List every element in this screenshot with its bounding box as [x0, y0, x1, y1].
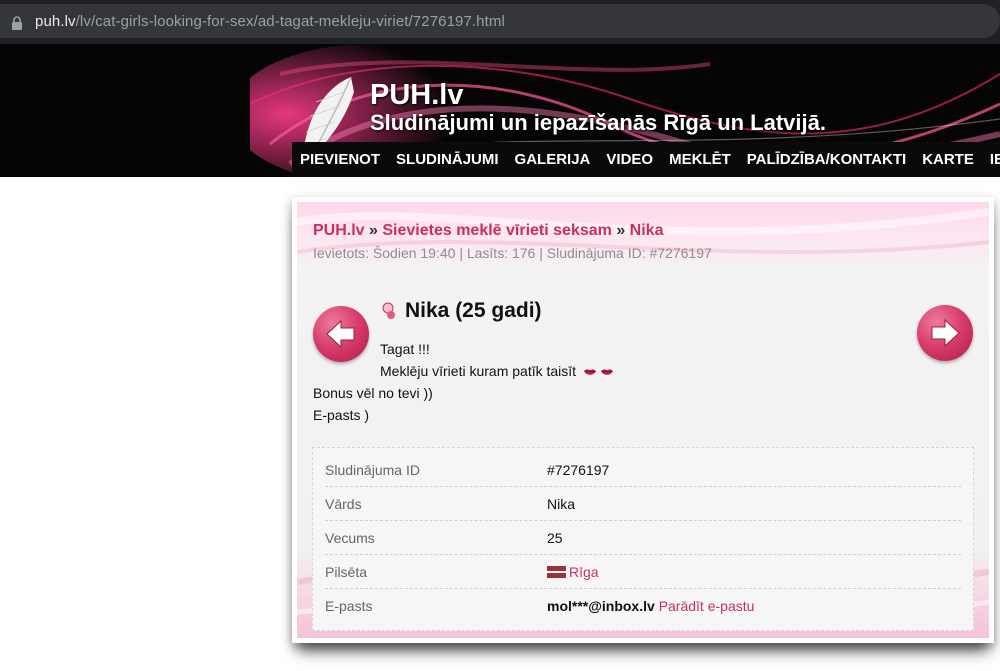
breadcrumb-home[interactable]: PUH.lv [313, 222, 365, 239]
lips-icon [583, 369, 596, 375]
site-header: PUH.lv Sludinājumi un iepazīšanās Rīgā u… [0, 44, 1000, 177]
site-title[interactable]: PUH.lv [370, 79, 463, 112]
ad-text-line-content: Meklēju vīrieti kuram patīk taisīt [380, 363, 577, 379]
address-bar[interactable]: puh.lv/lv/cat-girls-looking-for-sex/ad-t… [0, 4, 1000, 38]
lock-icon [12, 16, 22, 30]
ad-card-inner: PUH.lv » Sievietes meklē vīrieti seksam … [297, 202, 989, 638]
nav-item-ien[interactable]: IEN [982, 151, 1000, 168]
nav-item-sludinajumi[interactable]: SLUDINĀJUMI [388, 151, 507, 168]
city-link[interactable]: Rīga [569, 564, 599, 580]
browser-toolbar: puh.lv/lv/cat-girls-looking-for-sex/ad-t… [0, 0, 1000, 44]
ad-text-line: Meklēju vīrieti kuram patīk taisīt [313, 360, 614, 382]
detail-row-city: Pilsēta Rīga [325, 555, 961, 589]
latvia-flag-icon [547, 566, 566, 578]
breadcrumb-current[interactable]: Nika [630, 222, 664, 239]
email-masked: mol***@inbox.lv [547, 598, 655, 614]
url-text[interactable]: puh.lv/lv/cat-girls-looking-for-sex/ad-t… [35, 13, 505, 30]
ad-details-table: Sludinājuma ID #7276197 Vārds Nika Vecum… [312, 447, 974, 631]
ad-text-line: E-pasts ) [313, 407, 370, 423]
nav-item-karte[interactable]: KARTE [914, 151, 982, 168]
ad-meta: Ievietots: Šodien 19:40 | Lasīts: 176 | … [313, 245, 712, 261]
breadcrumb: PUH.lv » Sievietes meklē vīrieti seksam … [313, 222, 663, 240]
detail-label: Sludinājuma ID [325, 462, 420, 478]
detail-value: mol***@inbox.lv Parādīt e-pastu [547, 598, 754, 614]
ad-description: Tagat !!! Meklēju vīrieti kuram patīk ta… [313, 338, 614, 426]
arrow-right-icon [931, 318, 960, 348]
detail-row-name: Vārds Nika [325, 487, 961, 521]
detail-row-age: Vecums 25 [325, 521, 961, 555]
detail-row-email: E-pasts mol***@inbox.lv Parādīt e-pastu [325, 589, 961, 622]
detail-value: #7276197 [547, 462, 610, 478]
nav-item-meklet[interactable]: MEKLĒT [661, 151, 739, 168]
breadcrumb-category[interactable]: Sievietes meklē vīrieti seksam [382, 222, 612, 239]
url-path: /lv/cat-girls-looking-for-sex/ad-tagat-m… [75, 13, 505, 30]
detail-row-id: Sludinājuma ID #7276197 [325, 453, 961, 487]
ad-text-line: Bonus vēl no tevi )) [313, 385, 433, 401]
nav-item-galerija[interactable]: GALERIJA [507, 151, 599, 168]
next-ad-button[interactable] [917, 305, 973, 361]
ad-title: Nika (25 gadi) [405, 299, 542, 322]
detail-value: Nika [547, 496, 576, 512]
lips-icon [600, 369, 613, 375]
nav-item-palidziba-kontakti[interactable]: PALĪDZĪBA/KONTAKTI [739, 151, 914, 168]
main-nav: PIEVIENOT SLUDINĀJUMI GALERIJA VIDEO MEK… [292, 142, 1000, 177]
show-email-link[interactable]: Parādīt e-pastu [659, 598, 755, 614]
detail-label: Vārds [325, 496, 362, 512]
detail-label: Vecums [325, 530, 375, 546]
nav-item-video[interactable]: VIDEO [598, 151, 661, 168]
breadcrumb-separator: » [611, 222, 630, 239]
nav-item-pievienot[interactable]: PIEVIENOT [292, 151, 388, 168]
breadcrumb-separator: » [364, 222, 383, 239]
ad-card: PUH.lv » Sievietes meklē vīrieti seksam … [292, 197, 994, 643]
url-domain: puh.lv [35, 13, 76, 30]
detail-value: Rīga [547, 564, 599, 580]
female-pin-icon [382, 302, 395, 319]
detail-label: E-pasts [325, 598, 373, 614]
detail-label: Pilsēta [325, 564, 368, 580]
ad-text-line: Tagat !!! [380, 341, 430, 357]
site-subtitle: Sludinājumi un iepazīšanās Rīgā un Latvi… [370, 110, 826, 135]
detail-value: 25 [547, 530, 563, 546]
